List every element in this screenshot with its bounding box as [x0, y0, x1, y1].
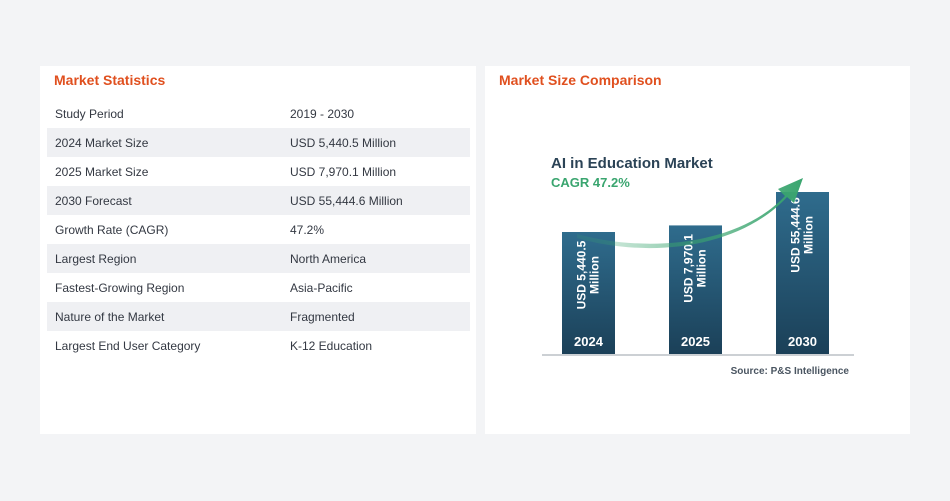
- statistics-row-value: USD 7,970.1 Million: [290, 164, 397, 179]
- statistics-row-value: K-12 Education: [290, 338, 373, 353]
- statistics-row-label: 2030 Forecast: [55, 193, 132, 208]
- market-statistics-panel: Market Statistics Study Period 2019 - 203…: [40, 66, 476, 434]
- statistics-row-value: 47.2%: [290, 222, 325, 237]
- statistics-row: Fastest-Growing Region Asia-Pacific: [47, 273, 470, 302]
- bar-year-label: 2025: [681, 334, 710, 349]
- chart-title: AI in Education Market: [551, 155, 713, 172]
- statistics-row-value: USD 55,444.6 Million: [290, 193, 403, 208]
- statistics-row: Largest End User Category K-12 Education: [47, 331, 470, 360]
- statistics-row-value: Fragmented: [290, 309, 355, 324]
- statistics-row-value: Asia-Pacific: [290, 280, 353, 295]
- statistics-row: Largest Region North America: [47, 244, 470, 273]
- statistics-row: 2024 Market Size USD 5,440.5 Million: [47, 128, 470, 157]
- statistics-row-value: USD 5,440.5 Million: [290, 135, 397, 150]
- bar-year-label: 2030: [788, 334, 817, 349]
- statistics-row-label: Study Period: [55, 106, 124, 121]
- market-size-chart: AI in Education Market CAGR 47.2% 2024US…: [542, 155, 854, 377]
- bar-year-label: 2024: [574, 334, 604, 349]
- statistics-row-label: 2025 Market Size: [55, 164, 149, 179]
- statistics-row-label: Largest Region: [55, 251, 137, 266]
- market-statistics-title: Market Statistics: [54, 72, 166, 88]
- statistics-row: 2030 Forecast USD 55,444.6 Million: [47, 186, 470, 215]
- chart-cagr-subtitle: CAGR 47.2%: [551, 175, 630, 190]
- statistics-table: Study Period 2019 - 2030 2024 Market Size U…: [47, 99, 470, 360]
- market-size-comparison-panel: Market Size Comparison AI in Education M…: [485, 66, 910, 434]
- statistics-row: Study Period 2019 - 2030: [47, 99, 470, 128]
- statistics-row-value: North America: [290, 251, 367, 266]
- statistics-row-label: Nature of the Market: [55, 309, 165, 324]
- statistics-row-value: 2019 - 2030: [290, 106, 355, 121]
- statistics-row-label: Growth Rate (CAGR): [55, 222, 169, 237]
- statistics-row-label: Fastest-Growing Region: [55, 280, 185, 295]
- statistics-row: Growth Rate (CAGR) 47.2%: [47, 215, 470, 244]
- statistics-row-label: 2024 Market Size: [55, 135, 149, 150]
- statistics-row-label: Largest End User Category: [55, 338, 201, 353]
- statistics-row: Nature of the Market Fragmented: [47, 302, 470, 331]
- statistics-row: 2025 Market Size USD 7,970.1 Million: [47, 157, 470, 186]
- source-note: Source: P&S Intelligence: [731, 366, 850, 377]
